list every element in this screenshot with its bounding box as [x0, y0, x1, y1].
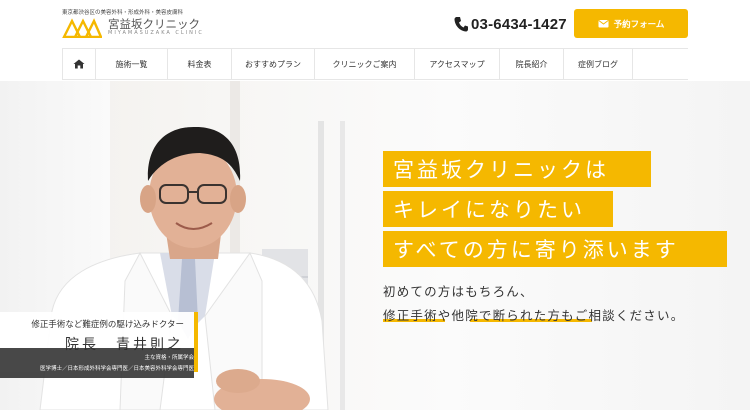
- headline-line-3: すべての方に寄り添います: [383, 231, 727, 267]
- nav-recommended-plans[interactable]: おすすめプラン: [231, 49, 314, 79]
- clinic-logo-icon[interactable]: [62, 16, 102, 38]
- subcopy-line-2: 修正手術や他院で断られた方もご相談ください。: [383, 308, 685, 323]
- nav-director[interactable]: 院長紹介: [499, 49, 563, 79]
- phone-icon: [454, 17, 468, 32]
- headline-line-1: 宮益坂クリニックは: [383, 151, 651, 187]
- credentials-title: 主な資格・所属学会: [144, 355, 194, 361]
- main-nav: 施術一覧 料金表 おすすめプラン クリニックご案内 アクセスマップ 院長紹介 症…: [62, 48, 688, 80]
- nav-clinic-guide[interactable]: クリニックご案内: [314, 49, 414, 79]
- nav-pricing[interactable]: 料金表: [167, 49, 231, 79]
- subcopy-line-1: 初めての方はもちろん、: [383, 284, 534, 299]
- nav-home[interactable]: [62, 49, 95, 79]
- mail-icon: [598, 20, 609, 28]
- reservation-form-button[interactable]: 予約フォーム: [574, 9, 688, 38]
- headline-line-2: キレイになりたい: [383, 191, 613, 227]
- logo-subtitle: MIYAMASUZAKA CLINIC: [108, 30, 204, 36]
- home-icon: [73, 59, 85, 69]
- phone-text: 03-6434-1427: [471, 15, 567, 33]
- site-tagline: 東京都渋谷区の美容外科・形成外科・美容皮膚科: [62, 10, 184, 16]
- nav-case-blog[interactable]: 症例ブログ: [563, 49, 633, 79]
- doctor-role: 修正手術など難症例の駆け込みドクター: [31, 320, 184, 330]
- reservation-form-label: 予約フォーム: [613, 19, 665, 30]
- nav-treatments[interactable]: 施術一覧: [95, 49, 167, 79]
- phone-number[interactable]: 03-6434-1427: [454, 13, 567, 35]
- credentials-list: 医学博士／日本形成外科学会専門医／日本美容外科学会専門医: [39, 366, 194, 372]
- site-header: 東京都渋谷区の美容外科・形成外科・美容皮膚科 宮益坂クリニック MIYAMASU…: [0, 0, 750, 48]
- nav-access-map[interactable]: アクセスマップ: [414, 49, 499, 79]
